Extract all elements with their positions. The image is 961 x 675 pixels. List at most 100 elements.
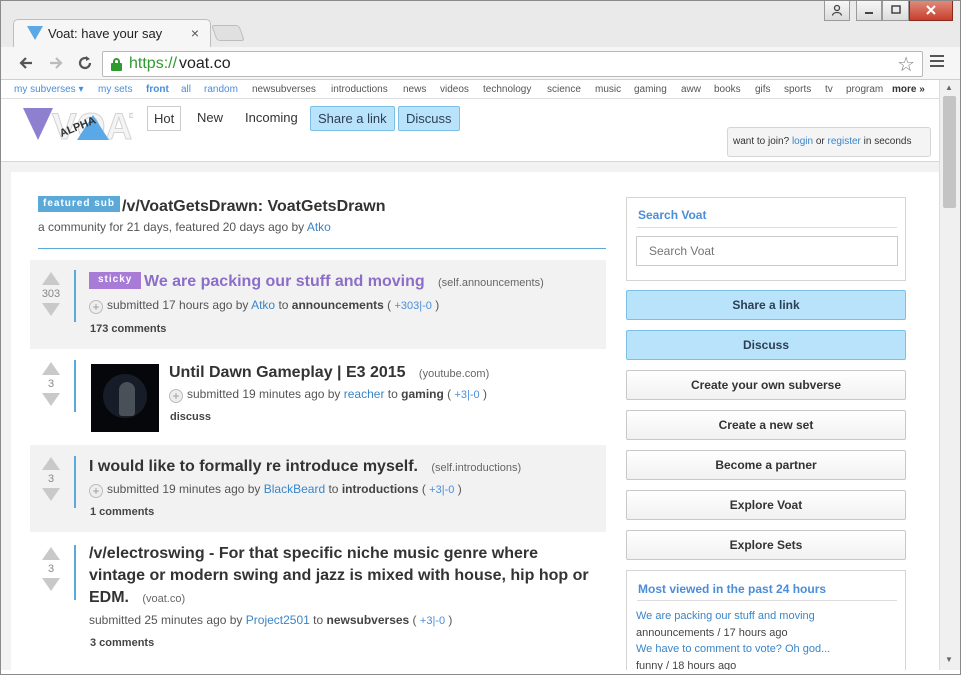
- create-set-button[interactable]: Create a new set: [626, 410, 906, 440]
- post-domain[interactable]: (youtube.com): [419, 368, 489, 380]
- srmenu-books[interactable]: books: [714, 84, 741, 95]
- post-domain[interactable]: (self.announcements): [438, 277, 544, 289]
- downvote-icon[interactable]: [42, 303, 60, 316]
- tab-new[interactable]: New: [191, 106, 229, 131]
- srmenu-gaming[interactable]: gaming: [634, 84, 667, 95]
- most-viewed-link[interactable]: We are packing our stuff and moving: [636, 610, 815, 622]
- comments-link[interactable]: 1 comments: [90, 506, 154, 518]
- srmenu-all[interactable]: all: [181, 84, 191, 95]
- tab-incoming[interactable]: Incoming: [239, 106, 304, 131]
- srmenu-random[interactable]: random: [204, 84, 238, 95]
- most-viewed-title: Most viewed in the past 24 hours: [638, 582, 827, 596]
- post-author[interactable]: reacher: [344, 387, 385, 401]
- back-button[interactable]: [14, 51, 38, 75]
- srmenu-newsubverses[interactable]: newsubverses: [252, 84, 316, 95]
- header-share-link-button[interactable]: Share a link: [310, 106, 395, 131]
- post-author[interactable]: Project2501: [246, 613, 310, 627]
- login-link[interactable]: login: [792, 136, 813, 147]
- user-profile-button[interactable]: [824, 1, 850, 21]
- expand-icon[interactable]: +: [169, 389, 183, 403]
- maximize-button[interactable]: [882, 1, 909, 21]
- srmenu-science[interactable]: science: [547, 84, 581, 95]
- scroll-down-icon[interactable]: ▼: [945, 655, 953, 664]
- hamburger-icon[interactable]: [930, 55, 944, 71]
- close-window-button[interactable]: [909, 1, 953, 21]
- post-title-line-3[interactable]: EDM.: [89, 589, 129, 606]
- post-meta: submitted 25 minutes ago by Project2501 …: [89, 613, 452, 627]
- upvote-icon[interactable]: [42, 457, 60, 470]
- post-author[interactable]: Atko: [251, 298, 275, 312]
- srmenu-my-sets[interactable]: my sets: [98, 84, 132, 95]
- post-title-line-1[interactable]: /v/electroswing - For that specific nich…: [89, 543, 604, 565]
- search-input[interactable]: [636, 236, 898, 266]
- scrollbar-thumb[interactable]: [943, 96, 956, 208]
- star-icon[interactable]: ☆: [897, 52, 915, 77]
- comments-link[interactable]: 3 comments: [90, 637, 154, 649]
- post-thumbnail[interactable]: [91, 364, 159, 432]
- discuss-button[interactable]: Discuss: [626, 330, 906, 360]
- vertical-scrollbar[interactable]: ▲ ▼: [939, 80, 960, 670]
- most-viewed-link[interactable]: We have to comment to vote? Oh god...: [636, 643, 830, 655]
- create-subverse-button[interactable]: Create your own subverse: [626, 370, 906, 400]
- downvote-count: -0: [469, 389, 480, 401]
- explore-sets-button[interactable]: Explore Sets: [626, 530, 906, 560]
- upvote-count: +3: [454, 389, 468, 401]
- expand-icon[interactable]: +: [89, 300, 103, 314]
- browser-tab[interactable]: Voat: have your say ×: [13, 19, 211, 47]
- minimize-button[interactable]: [856, 1, 882, 21]
- post-subverse[interactable]: gaming: [401, 387, 444, 401]
- downvote-icon[interactable]: [42, 488, 60, 501]
- srmenu-gifs[interactable]: gifs: [755, 84, 771, 95]
- post-subverse[interactable]: newsubverses: [327, 613, 410, 627]
- post-subverse[interactable]: introductions: [342, 482, 419, 496]
- srmenu-sports[interactable]: sports: [784, 84, 811, 95]
- downvote-icon[interactable]: [42, 578, 60, 591]
- upvote-icon[interactable]: [42, 362, 60, 375]
- header-discuss-button[interactable]: Discuss: [398, 106, 460, 131]
- browser-window: Voat: have your say × https:// voat.co ☆…: [0, 0, 961, 675]
- share-link-button[interactable]: Share a link: [626, 290, 906, 320]
- tab-hot[interactable]: Hot: [147, 106, 182, 131]
- post-title[interactable]: I would like to formally re introduce my…: [89, 458, 418, 475]
- post-author[interactable]: BlackBeard: [264, 482, 325, 496]
- new-tab-button[interactable]: [211, 25, 245, 41]
- srmenu-news[interactable]: news: [403, 84, 426, 95]
- comments-link[interactable]: 173 comments: [90, 323, 166, 335]
- srmenu-my-subverses[interactable]: my subverses ▾: [14, 84, 83, 95]
- post-title[interactable]: Until Dawn Gameplay | E3 2015: [169, 364, 406, 381]
- featured-sub-title[interactable]: /v/VoatGetsDrawn: VoatGetsDrawn: [122, 198, 385, 216]
- downvote-icon[interactable]: [42, 393, 60, 406]
- srmenu-more[interactable]: more »: [892, 84, 925, 95]
- srmenu-introductions[interactable]: introductions: [331, 84, 388, 95]
- post-title[interactable]: We are packing our stuff and moving: [144, 273, 425, 290]
- srmenu-technology[interactable]: technology: [483, 84, 531, 95]
- srmenu-program[interactable]: program: [846, 84, 883, 95]
- address-bar[interactable]: https:// voat.co ☆: [102, 51, 923, 77]
- featured-user-link[interactable]: Atko: [307, 220, 331, 234]
- scroll-up-icon[interactable]: ▲: [945, 83, 953, 92]
- srmenu-aww[interactable]: aww: [681, 84, 701, 95]
- reload-button[interactable]: [73, 51, 97, 75]
- post-domain[interactable]: (voat.co): [142, 593, 185, 605]
- upvote-icon[interactable]: [42, 547, 60, 560]
- arrow-left-icon: [19, 57, 32, 69]
- most-viewed-box: Most viewed in the past 24 hours We are …: [626, 570, 906, 670]
- expand-icon[interactable]: +: [89, 484, 103, 498]
- post-title-line-2[interactable]: vintage or modern swing and jazz is mixe…: [89, 565, 604, 587]
- register-link[interactable]: register: [828, 136, 861, 147]
- forward-button[interactable]: [44, 51, 68, 75]
- discuss-link[interactable]: discuss: [170, 411, 211, 423]
- upvote-icon[interactable]: [42, 272, 60, 285]
- srmenu-tv[interactable]: tv: [825, 84, 833, 95]
- srmenu-music[interactable]: music: [595, 84, 621, 95]
- downvote-count: -0: [435, 615, 446, 627]
- post-subverse[interactable]: announcements: [292, 298, 384, 312]
- voat-logo[interactable]: VOAT ALPHA: [21, 106, 133, 144]
- post-to-text: to: [384, 387, 402, 401]
- post-domain[interactable]: (self.introductions): [431, 462, 521, 474]
- explore-voat-button[interactable]: Explore Voat: [626, 490, 906, 520]
- become-partner-button[interactable]: Become a partner: [626, 450, 906, 480]
- tab-close-icon[interactable]: ×: [191, 25, 199, 41]
- srmenu-videos[interactable]: videos: [440, 84, 469, 95]
- srmenu-front[interactable]: front: [146, 84, 169, 95]
